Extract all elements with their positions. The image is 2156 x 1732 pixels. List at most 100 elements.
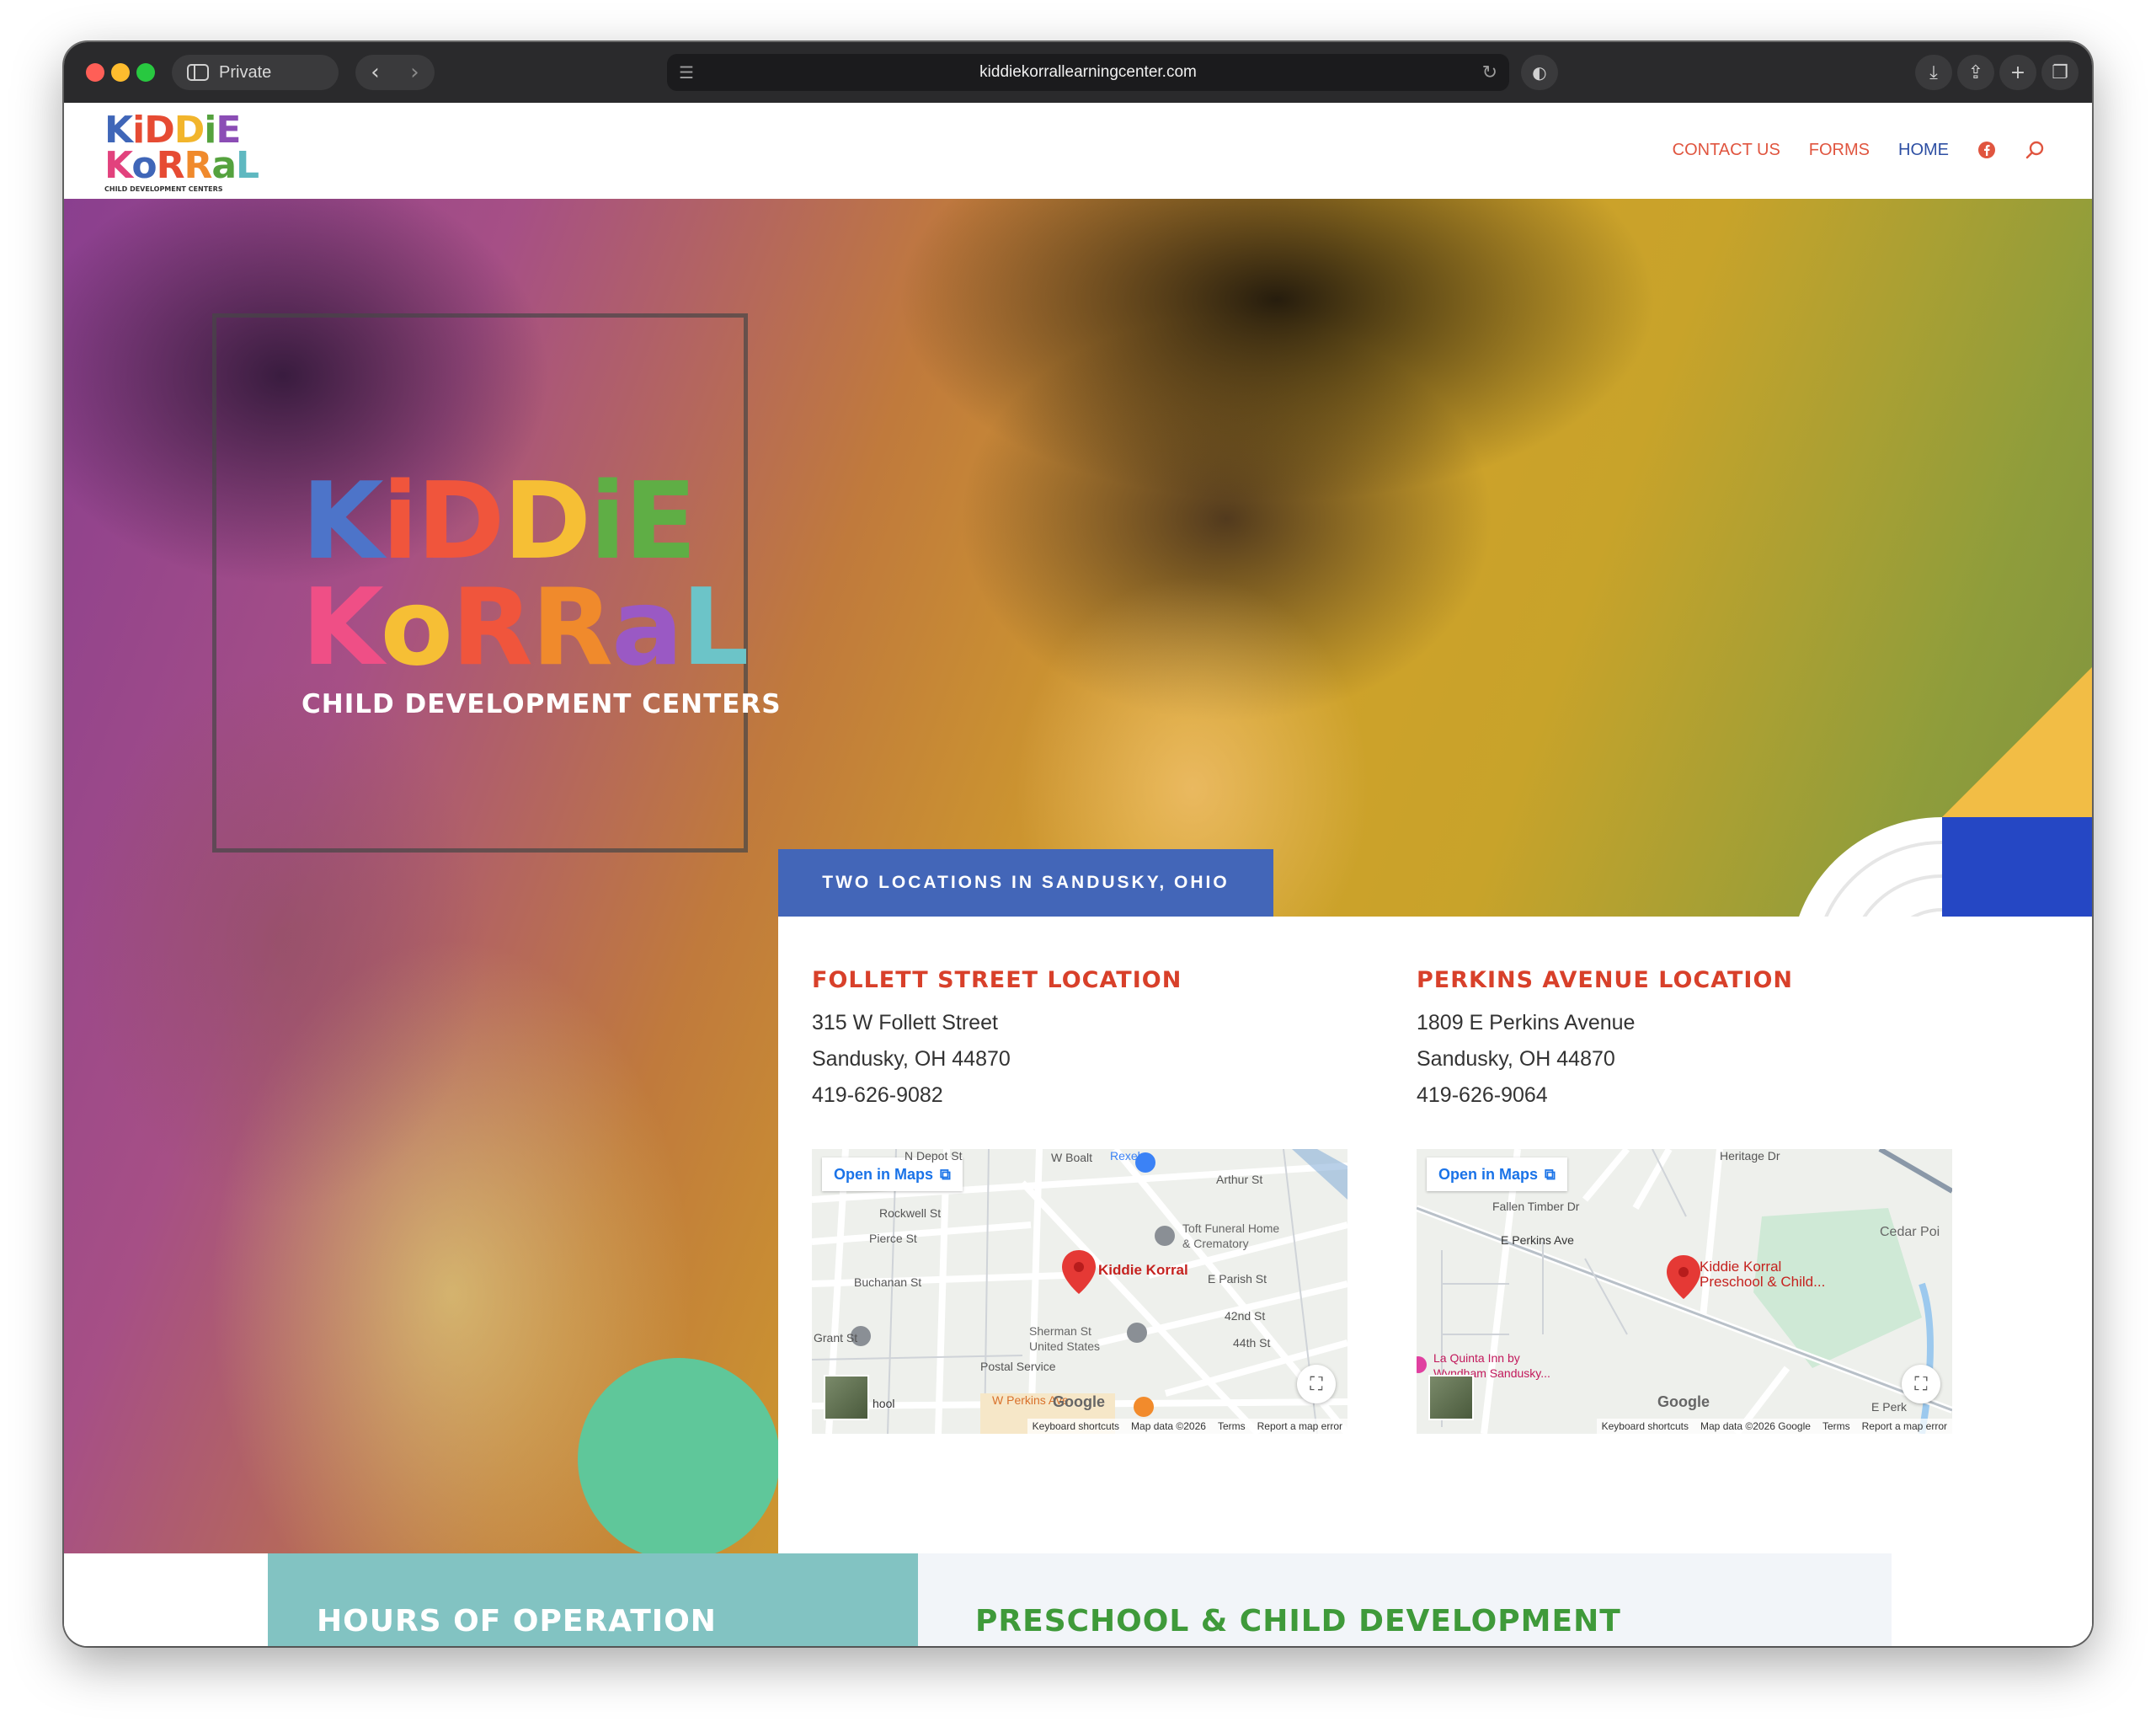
perkins-map[interactable]: Open in Maps ⧉ Kiddie Korral Preschool & … xyxy=(1417,1149,1952,1434)
map-label: Arthur St xyxy=(1216,1173,1263,1186)
map-label: E Parish St xyxy=(1208,1272,1267,1286)
info-section: HOURS OF OPERATION PRESCHOOL & CHILD DEV… xyxy=(64,1553,2092,1646)
history-buttons: ‹ › xyxy=(355,55,435,90)
external-link-icon: ⧉ xyxy=(940,1165,951,1183)
perkins-location: PERKINS AVENUE LOCATION 1809 E Perkins A… xyxy=(1417,967,1956,1114)
forward-icon[interactable]: › xyxy=(410,60,419,85)
follett-map[interactable]: Open in Maps ⧉ Kiddie Korral N Depot St W… xyxy=(812,1149,1348,1434)
nav-contact-us[interactable]: CONTACT US xyxy=(1673,141,1780,160)
map-label: Fallen Timber Dr xyxy=(1492,1200,1580,1213)
close-window-button[interactable] xyxy=(86,63,104,82)
downloads-icon[interactable]: ⤓ xyxy=(1915,55,1952,90)
facebook-icon[interactable] xyxy=(1977,141,1996,159)
url-text: kiddiekorrallearningcenter.com xyxy=(979,63,1197,81)
back-icon[interactable]: ‹ xyxy=(371,60,379,85)
search-icon[interactable] xyxy=(2025,140,2045,160)
location-address-2: Sandusky, OH 44870 xyxy=(1417,1047,1615,1071)
open-in-maps-button[interactable]: Open in Maps ⧉ xyxy=(822,1157,963,1191)
map-label: Rockwell St xyxy=(879,1206,942,1220)
site-header: KiDDiE KoRRaL CHILD DEVELOPMENT CENTERS … xyxy=(64,103,2092,199)
follett-location: FOLLETT STREET LOCATION 315 W Follett St… xyxy=(812,967,1351,1114)
yellow-half-circle-shape xyxy=(1942,667,2092,817)
keyboard-shortcuts-link[interactable]: Keyboard shortcuts xyxy=(1033,1420,1119,1432)
report-error-link[interactable]: Report a map error xyxy=(1257,1420,1342,1432)
map-label: Pierce St xyxy=(869,1232,917,1245)
map-label: E Perk xyxy=(1871,1400,1908,1414)
report-error-link[interactable]: Report a map error xyxy=(1862,1420,1947,1432)
map-data-text: Map data ©2026 xyxy=(1131,1420,1206,1432)
location-address-2: Sandusky, OH 44870 xyxy=(812,1047,1011,1071)
logo-tagline: CHILD DEVELOPMENT CENTERS xyxy=(104,184,223,193)
header-logo[interactable]: KiDDiE KoRRaL CHILD DEVELOPMENT CENTERS xyxy=(104,109,259,193)
address-bar[interactable]: ☰ kiddiekorrallearningcenter.com ↻ xyxy=(667,54,1509,91)
map-label: United States xyxy=(1029,1339,1101,1353)
terms-link[interactable]: Terms xyxy=(1822,1420,1850,1432)
hero-logo-line-2: KoRRaL xyxy=(302,565,749,689)
browser-toolbar: Private ‹ › ☰ kiddiekorrallearningcenter… xyxy=(64,42,2092,103)
map-label: Cedar Poi xyxy=(1880,1225,1940,1239)
location-address-1: 1809 E Perkins Avenue xyxy=(1417,1011,1636,1034)
hero-logo-line-1: KiDDiE xyxy=(302,459,696,583)
nav-home[interactable]: HOME xyxy=(1898,141,1949,160)
private-label: Private xyxy=(219,62,272,82)
hours-heading: HOURS OF OPERATION xyxy=(317,1604,717,1638)
map-label: Grant St xyxy=(814,1331,858,1344)
tab-overview-icon[interactable]: ❐ xyxy=(2041,55,2079,90)
browser-window: Private ‹ › ☰ kiddiekorrallearningcenter… xyxy=(64,42,2092,1646)
map-label: 42nd St xyxy=(1225,1309,1266,1323)
locations-panel: FOLLETT STREET LOCATION 315 W Follett St… xyxy=(778,917,2092,1553)
location-title: PERKINS AVENUE LOCATION xyxy=(1417,967,1794,993)
locations-badge: TWO LOCATIONS IN SANDUSKY, OHIO xyxy=(778,849,1273,917)
logo-line-1: KiDDiE xyxy=(104,109,241,152)
map-satellite-toggle[interactable] xyxy=(1428,1375,1474,1420)
green-circle-shape xyxy=(578,1358,780,1560)
map-label: Buchanan St xyxy=(854,1275,922,1289)
hero-logo-tagline: CHILD DEVELOPMENT CENTERS xyxy=(302,689,782,719)
fullscreen-icon[interactable]: ⛶ xyxy=(1297,1365,1336,1403)
map-label: W Boalt xyxy=(1051,1151,1093,1164)
main-nav: CONTACT US FORMS HOME xyxy=(1673,140,2045,160)
map-pin-label: Kiddie Korral xyxy=(1700,1259,1782,1275)
reload-icon[interactable]: ↻ xyxy=(1482,61,1497,83)
location-phone[interactable]: 419-626-9082 xyxy=(812,1077,1351,1114)
keyboard-shortcuts-link[interactable]: Keyboard shortcuts xyxy=(1602,1420,1689,1432)
preschool-panel: PRESCHOOL & CHILD DEVELOPMENT xyxy=(918,1553,1892,1646)
map-footer: Keyboard shortcuts Map data ©2026 Terms … xyxy=(1027,1419,1348,1434)
sidebar-toggle-button[interactable]: Private xyxy=(172,55,339,90)
map-label: La Quinta Inn by xyxy=(1433,1351,1520,1365)
page-menu-icon[interactable]: ☰ xyxy=(679,62,694,83)
graduation-cap-right xyxy=(805,199,1782,502)
google-logo: Google xyxy=(1053,1393,1105,1410)
external-link-icon: ⧉ xyxy=(1545,1165,1556,1183)
map-streets xyxy=(1417,1149,1952,1434)
map-pin-label: Kiddie Korral xyxy=(1098,1262,1188,1278)
map-label: hool xyxy=(873,1397,895,1410)
map-satellite-toggle[interactable] xyxy=(824,1375,869,1420)
map-data-text: Map data ©2026 Google xyxy=(1700,1420,1811,1432)
nav-forms[interactable]: FORMS xyxy=(1809,141,1870,160)
new-tab-icon[interactable]: + xyxy=(1999,55,2036,90)
map-label: 44th St xyxy=(1233,1336,1271,1350)
location-address-1: 315 W Follett Street xyxy=(812,1011,998,1034)
terms-link[interactable]: Terms xyxy=(1218,1420,1246,1432)
hero-logo: KiDDiE KoRRaL CHILD DEVELOPMENT CENTERS xyxy=(302,459,782,720)
map-label: E Perkins Ave xyxy=(1501,1233,1574,1247)
zoom-window-button[interactable] xyxy=(136,63,155,82)
share-icon[interactable]: ⇪ xyxy=(1957,55,1994,90)
map-label: N Depot St xyxy=(905,1149,963,1163)
map-label: Rexel xyxy=(1110,1149,1140,1163)
privacy-shield-icon[interactable]: ◐ xyxy=(1521,55,1558,90)
preschool-heading: PRESCHOOL & CHILD DEVELOPMENT xyxy=(975,1604,1621,1638)
map-label: Toft Funeral Home xyxy=(1182,1221,1280,1235)
minimize-window-button[interactable] xyxy=(111,63,130,82)
fullscreen-icon[interactable]: ⛶ xyxy=(1902,1365,1940,1403)
map-label: Heritage Dr xyxy=(1720,1149,1780,1163)
location-phone[interactable]: 419-626-9064 xyxy=(1417,1077,1956,1114)
map-label: Sherman St xyxy=(1029,1324,1091,1338)
open-in-maps-button[interactable]: Open in Maps ⧉ xyxy=(1427,1157,1567,1191)
map-streets xyxy=(812,1149,1348,1434)
hours-panel: HOURS OF OPERATION xyxy=(268,1553,918,1646)
map-label: Postal Service xyxy=(980,1360,1056,1373)
map-label: & Crematory xyxy=(1182,1237,1249,1250)
google-logo: Google xyxy=(1657,1393,1710,1410)
